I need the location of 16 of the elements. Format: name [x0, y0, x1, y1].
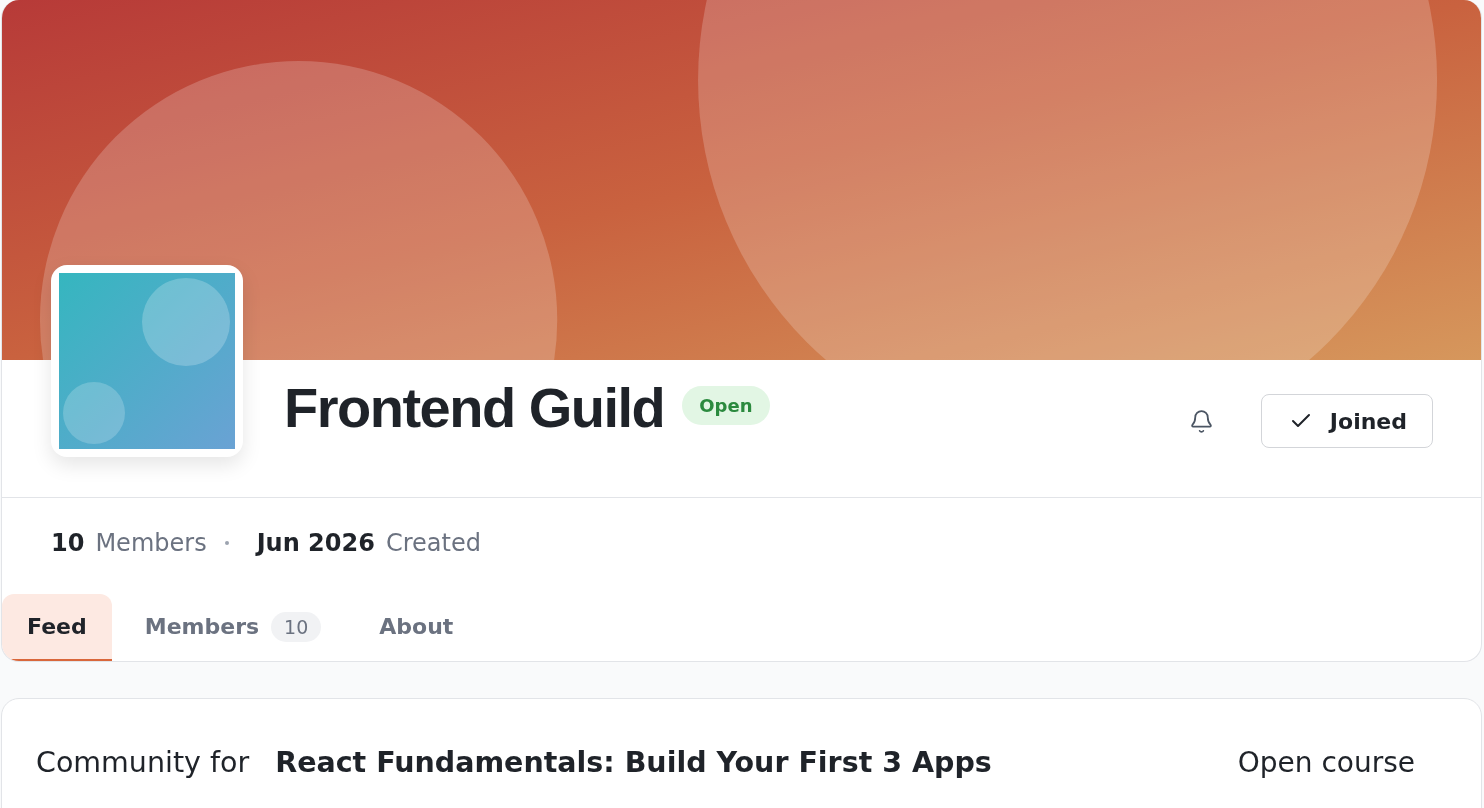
notifications-button[interactable]	[1188, 408, 1215, 434]
course-community-text: Community for React Fundamentals: Build Your First 3 Apps	[36, 745, 992, 781]
stat-label: Created	[385, 528, 481, 559]
stat-value: 10	[51, 528, 85, 559]
stat-value: Jun 2026	[256, 528, 375, 559]
group-title: Frontend Guild	[284, 376, 665, 440]
open-course-link[interactable]: Open course	[1213, 745, 1439, 781]
stat-label: Members	[95, 528, 207, 559]
tab[interactable]: Feed	[2, 594, 112, 661]
tab[interactable]: About	[354, 594, 479, 661]
tab-count: 10	[271, 611, 322, 642]
separator-dot-icon	[224, 541, 229, 545]
bell-icon	[1189, 408, 1215, 434]
privacy-badge: Open	[682, 385, 770, 425]
joined-button[interactable]: Joined	[1260, 394, 1433, 448]
tab[interactable]: Members 10	[119, 594, 347, 661]
